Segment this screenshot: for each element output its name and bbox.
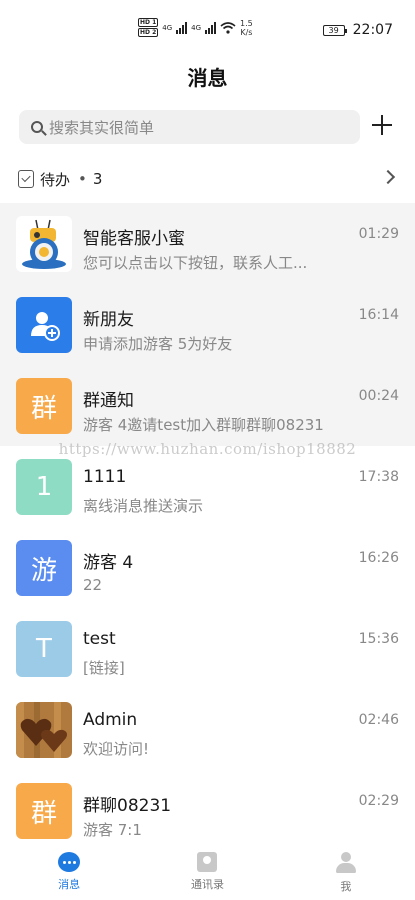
tab-me[interactable]: 我 [277,846,415,900]
message-time: 16:26 [358,550,399,566]
contact-name: 智能客服小蜜 [83,229,185,249]
network-type-2: 4G [191,23,202,32]
todo-label: 待办 [40,170,71,189]
contact-name: 新朋友 [83,310,134,330]
user-avatar: 游 [16,540,72,596]
person-icon [335,852,356,874]
wifi-icon [220,21,236,34]
hd1-label: HD 1 [138,18,159,27]
message-time: 15:36 [358,631,399,647]
message-preview: 游客 4邀请test加入群聊群聊08231 [83,416,324,434]
status-bar: HD 1 HD 2 4G 4G 1.5 K/s 39 22:07 [0,0,415,52]
user-avatar: T [16,621,72,677]
group-avatar: 群 [16,378,72,434]
list-item[interactable]: T test [链接] 15:36 [0,608,415,689]
bottom-nav: 消息 通讯录 我 [0,846,415,900]
robot-icon [16,216,72,272]
battery-icon: 39 [322,24,347,36]
list-item[interactable]: Admin 欢迎访问! 02:46 [0,689,415,770]
tab-messages[interactable]: 消息 [0,846,138,900]
message-preview: 您可以点击以下按钮，联系人工... [83,254,308,272]
message-time: 16:14 [358,307,399,323]
message-time: 17:38 [358,469,399,485]
user-avatar: 1 [16,459,72,515]
list-item[interactable]: 游 游客 4 22 16:26 [0,527,415,608]
list-item[interactable]: 新朋友 申请添加游客 5为好友 16:14 [0,284,415,365]
contact-name: Admin [83,710,138,730]
signal-icon [176,21,188,34]
message-time: 00:24 [358,388,399,404]
add-user-icon [31,312,60,341]
hd2-label: HD 2 [138,28,159,37]
list-item[interactable]: 1 1111 离线消息推送演示 17:38 [0,446,415,527]
chevron-right-icon [380,169,396,185]
clock: 22:07 [352,22,393,38]
speed-unit: K/s [240,27,253,37]
contacts-icon [197,852,218,872]
message-preview: 游客 7:1 [83,821,142,839]
message-time: 02:46 [358,712,399,728]
new-friend-avatar [16,297,72,353]
search-placeholder: 搜索其实很简单 [49,118,155,137]
tab-contacts[interactable]: 通讯录 [138,846,276,900]
hearts-icon [16,702,72,758]
signal-icon-2 [205,21,217,34]
message-preview: 离线消息推送演示 [83,497,204,515]
network-type-1: 4G [162,23,173,32]
message-preview: 22 [83,576,103,594]
search-icon [31,121,43,133]
list-item[interactable]: 群 群聊08231 游客 7:1 02:29 [0,770,415,851]
contact-name: 群通知 [83,391,134,411]
todo-count: 3 [92,170,103,188]
chat-bubble-icon [58,852,81,872]
search-input[interactable]: 搜索其实很简单 [19,110,360,144]
todo-row[interactable]: 待办 • 3 [0,162,415,196]
speed-value: 1.5 [240,18,253,28]
list-item[interactable]: 群 群通知 游客 4邀请test加入群聊群聊08231 00:24 [0,365,415,446]
hd-icon: HD 1 HD 2 [138,18,159,37]
robot-avatar [16,216,72,272]
contact-name: 群聊08231 [83,796,172,816]
contact-name: test [83,629,116,649]
network-speed: 1.5 K/s [240,19,253,37]
status-right: 39 22:07 [322,22,393,38]
message-time: 01:29 [358,226,399,242]
group-avatar: 群 [16,783,72,839]
message-time: 02:29 [358,793,399,809]
checklist-icon [18,170,34,188]
message-preview: 欢迎访问! [83,740,150,758]
list-item[interactable]: 智能客服小蜜 您可以点击以下按钮，联系人工... 01:29 [0,203,415,284]
contact-name: 游客 4 [83,553,134,573]
tab-contacts-label: 通讯录 [190,878,224,891]
contact-name: 1111 [83,467,127,487]
add-button[interactable] [372,114,394,136]
tab-me-label: 我 [340,880,352,893]
message-preview: 申请添加游客 5为好友 [83,335,233,353]
message-list: 智能客服小蜜 您可以点击以下按钮，联系人工... 01:29 新朋友 申请添加游… [0,203,415,851]
admin-avatar [16,702,72,758]
tab-messages-label: 消息 [58,878,81,891]
status-icons: HD 1 HD 2 4G 4G 1.5 K/s [138,18,253,37]
todo-dot: • [78,170,87,188]
message-preview: [链接] [83,659,125,677]
page-title: 消息 [187,66,228,90]
